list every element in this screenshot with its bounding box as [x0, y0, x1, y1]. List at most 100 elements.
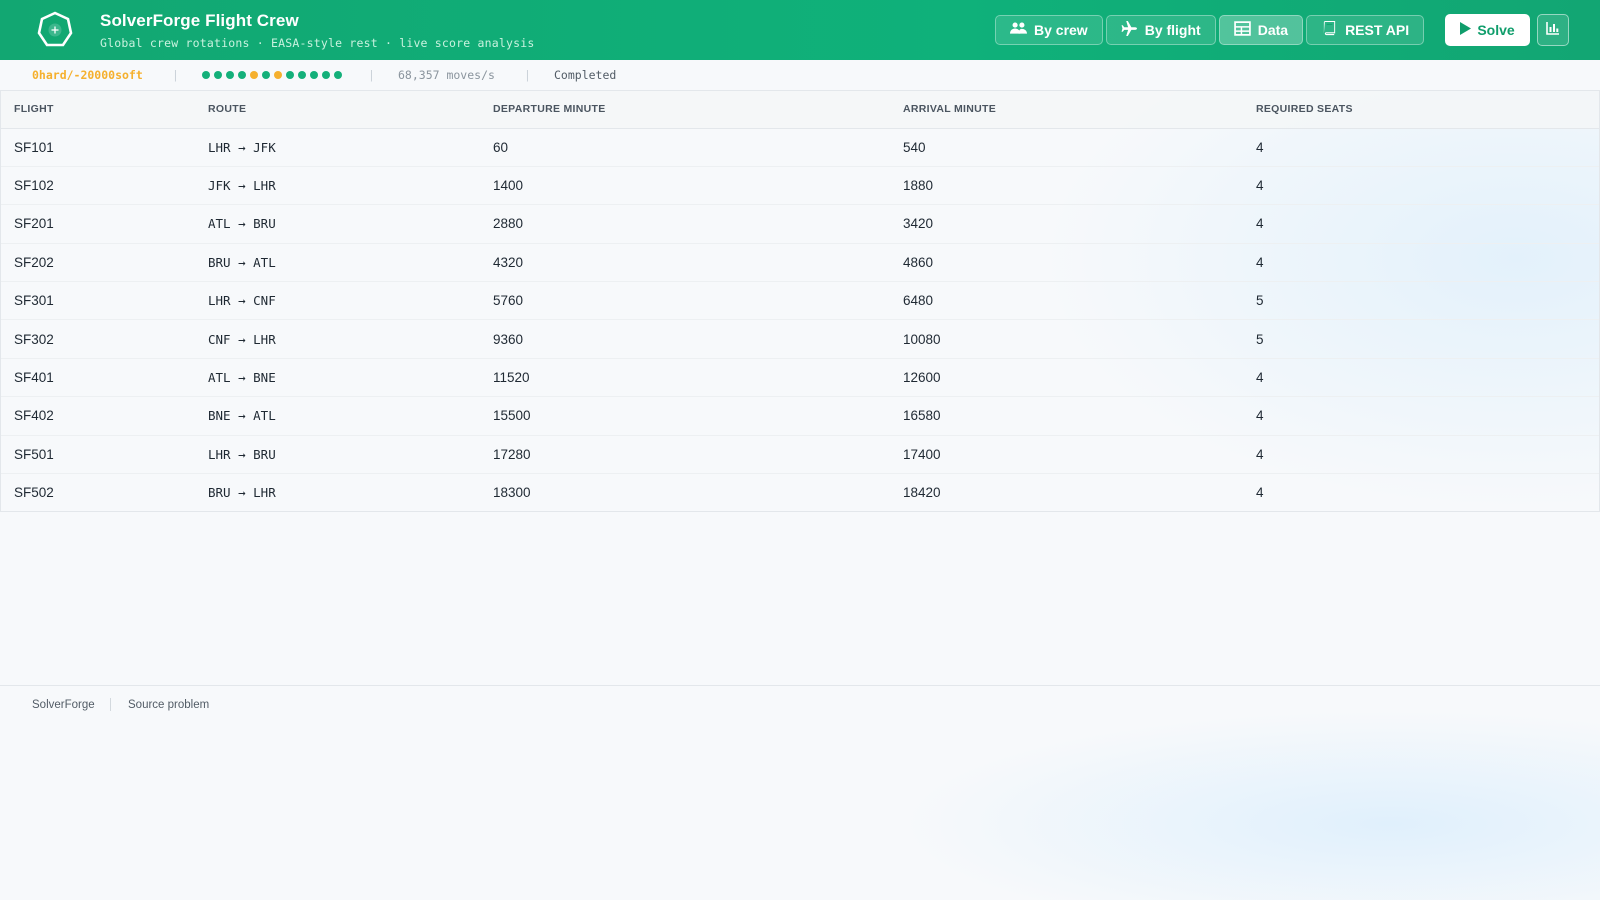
seats-cell: 4	[1243, 435, 1599, 475]
column-header-seats[interactable]: REQUIRED SEATS	[1243, 91, 1599, 129]
departure-cell: 60	[480, 128, 890, 167]
score-dot	[202, 71, 210, 79]
by-flight-button[interactable]: By flight	[1105, 15, 1216, 45]
by-flight-label: By flight	[1144, 22, 1201, 38]
app-header: SolverForge Flight Crew Global crew rota…	[0, 0, 1600, 60]
table-row[interactable]: SF402 BNE → ATL 15500 16580 4	[1, 396, 1599, 436]
table-row[interactable]: SF502 BRU → LHR 18300 18420 4	[1, 474, 1599, 512]
arrival-cell: 17400	[890, 435, 1243, 475]
flight-cell: SF102	[1, 166, 195, 206]
table-row[interactable]: SF102 JFK → LHR 1400 1880 4	[1, 166, 1599, 206]
score-dot	[226, 71, 234, 79]
solverforge-link[interactable]: SolverForge	[32, 699, 95, 711]
departure-cell: 1400	[480, 166, 890, 206]
score-dot	[298, 71, 306, 79]
column-header-arrival[interactable]: ARRIVAL MINUTE	[890, 91, 1243, 129]
flight-cell: SF202	[1, 243, 195, 283]
route-cell: BRU → ATL	[195, 243, 480, 283]
score-history-dots	[202, 71, 342, 79]
seats-cell: 4	[1243, 396, 1599, 436]
arrival-cell: 3420	[890, 204, 1243, 244]
departure-cell: 4320	[480, 243, 890, 283]
footer-divider	[110, 698, 111, 711]
table-row[interactable]: SF202 BRU → ATL 4320 4860 4	[1, 243, 1599, 283]
score-dot	[286, 71, 294, 79]
score-dot	[274, 71, 282, 79]
flight-cell: SF402	[1, 396, 195, 436]
play-icon	[1460, 22, 1472, 38]
solve-label: Solve	[1477, 22, 1515, 38]
source-problem-link[interactable]: Source problem	[128, 699, 209, 711]
flight-cell: SF502	[14, 485, 54, 501]
table-row[interactable]: SF401 ATL → BNE 11520 12600 4	[1, 358, 1599, 398]
column-header-flight[interactable]: FLIGHT	[1, 91, 195, 129]
score-dot	[334, 71, 342, 79]
by-crew-label: By crew	[1034, 22, 1088, 38]
route-cell: CNF → LHR	[195, 319, 480, 359]
route-cell: ATL → BRU	[195, 204, 480, 244]
arrival-cell: 1880	[890, 166, 1243, 206]
table-row[interactable]: SF302 CNF → LHR 9360 10080 5	[1, 319, 1599, 359]
seats-cell: 4	[1243, 166, 1599, 206]
seats-cell: 4	[1243, 204, 1599, 244]
score-dot	[262, 71, 270, 79]
status-separator: |	[172, 68, 179, 82]
solver-status: Completed	[554, 68, 617, 82]
flight-cell: SF301	[1, 281, 195, 321]
table-body: SF101 LHR → JFK 60 540 4 SF102 JFK → LHR 1400 18…	[1, 128, 1599, 512]
data-button[interactable]: Data	[1218, 15, 1304, 45]
page-footer: SolverForge Source problem	[0, 685, 1600, 723]
by-crew-button[interactable]: By crew	[995, 15, 1103, 45]
background-glow-bottom	[900, 710, 1600, 900]
status-separator: |	[368, 68, 375, 82]
route-cell: BRU → LHR	[208, 485, 276, 501]
title-block: SolverForge Flight Crew Global crew rota…	[100, 11, 535, 50]
app-logo-icon	[37, 11, 73, 49]
departure-cell: 11520	[480, 358, 890, 398]
flight-cell: SF401	[1, 358, 195, 398]
table-row[interactable]: SF501 LHR → BRU 17280 17400 4	[1, 435, 1599, 475]
rest-api-label: REST API	[1345, 22, 1410, 38]
departure-cell: 15500	[480, 396, 890, 436]
table-row[interactable]: SF101 LHR → JFK 60 540 4	[1, 128, 1599, 167]
arrival-cell: 18420	[903, 485, 941, 501]
moves-per-second: 68,357 moves/s	[398, 68, 495, 82]
arrival-cell: 4860	[890, 243, 1243, 283]
route-cell: LHR → CNF	[195, 281, 480, 321]
arrival-cell: 12600	[890, 358, 1243, 398]
departure-cell: 9360	[480, 319, 890, 359]
departure-cell: 5760	[480, 281, 890, 321]
data-label: Data	[1257, 22, 1289, 38]
solve-button[interactable]: Solve	[1445, 14, 1530, 46]
table-row[interactable]: SF201 ATL → BRU 2880 3420 4	[1, 204, 1599, 244]
book-icon	[1321, 21, 1338, 39]
seats-cell: 4	[1243, 128, 1599, 167]
column-header-departure[interactable]: DEPARTURE MINUTE	[480, 91, 890, 129]
seats-cell: 5	[1243, 281, 1599, 321]
score-dot	[214, 71, 222, 79]
route-cell: BNE → ATL	[195, 396, 480, 436]
view-nav: By crew By flight Data REST API	[995, 15, 1425, 45]
rest-api-button[interactable]: REST API	[1306, 15, 1425, 45]
seats-cell: 5	[1243, 319, 1599, 359]
route-cell: LHR → BRU	[195, 435, 480, 475]
app-subtitle: Global crew rotations · EASA-style rest …	[100, 36, 535, 50]
column-header-route[interactable]: ROUTE	[195, 91, 480, 129]
plane-icon	[1121, 21, 1138, 39]
chart-button[interactable]	[1537, 14, 1569, 46]
score-dot	[322, 71, 330, 79]
users-icon	[1010, 21, 1027, 39]
flights-table-container: FLIGHT ROUTE DEPARTURE MINUTE ARRIVAL MI…	[0, 90, 1600, 512]
score-readout: 0hard/-20000soft	[32, 68, 143, 82]
seats-cell: 4	[1243, 243, 1599, 283]
status-separator: |	[524, 68, 531, 82]
departure-cell: 2880	[480, 204, 890, 244]
table-row[interactable]: SF301 LHR → CNF 5760 6480 5	[1, 281, 1599, 321]
arrival-cell: 16580	[890, 396, 1243, 436]
route-cell: ATL → BNE	[195, 358, 480, 398]
flight-cell: SF101	[1, 128, 195, 167]
route-cell: LHR → JFK	[195, 128, 480, 167]
score-dot	[250, 71, 258, 79]
arrival-cell: 540	[890, 128, 1243, 167]
flight-cell: SF302	[1, 319, 195, 359]
